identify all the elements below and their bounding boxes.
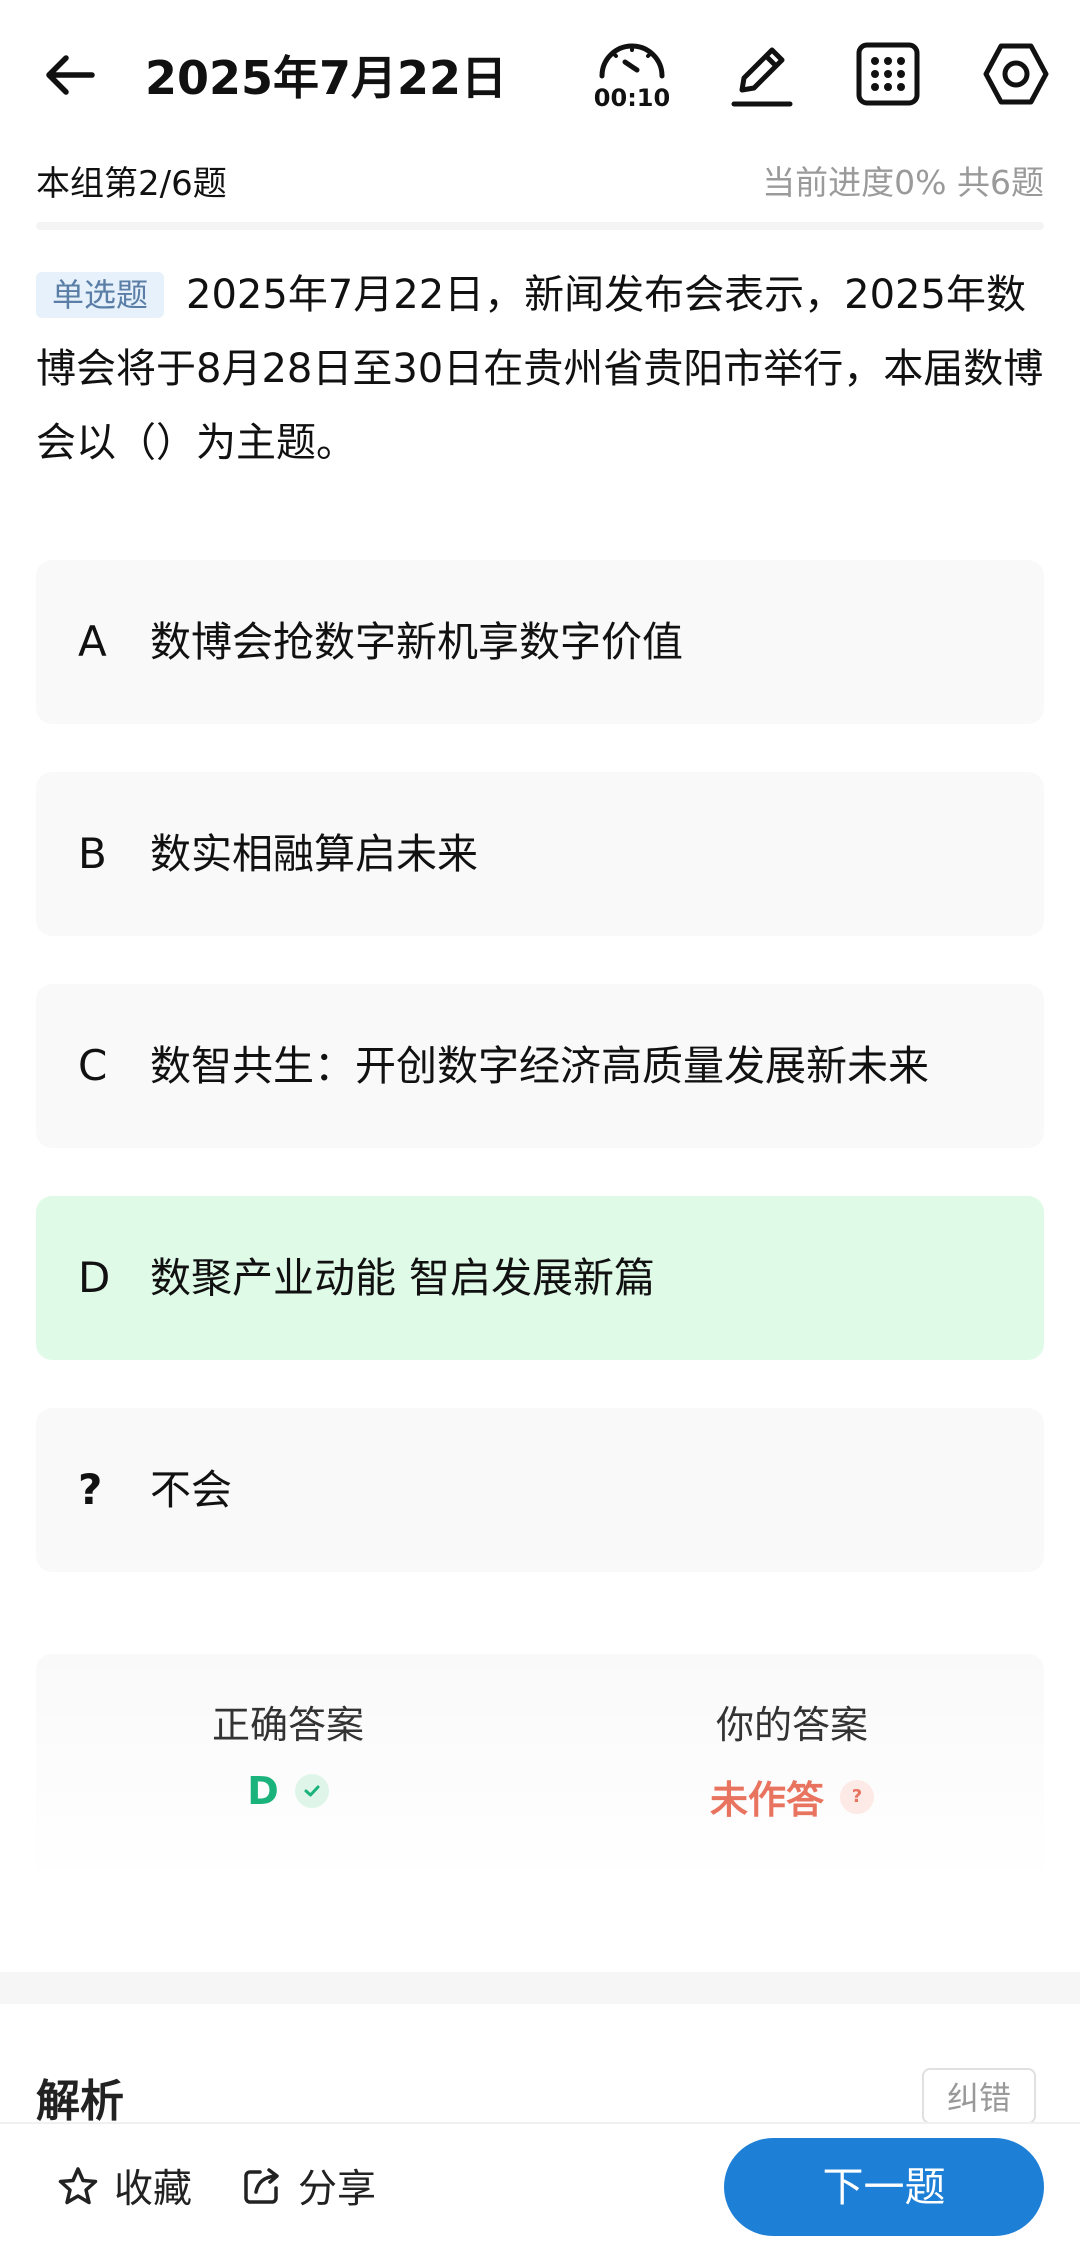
settings-button[interactable] — [976, 34, 1056, 114]
answer-sheet-button[interactable] — [848, 34, 928, 114]
question-mark-icon: ? — [840, 1779, 874, 1814]
question-type-badge: 单选题 — [36, 272, 165, 318]
overall-progress-label: 当前进度0% 共6题 — [762, 163, 1044, 202]
page-title: 2025年7月22日 — [145, 51, 508, 105]
back-arrow-icon — [46, 55, 95, 95]
your-answer-column: 你的答案 未作答 ? — [540, 1694, 1044, 1824]
analysis-heading: 解析 — [36, 2076, 124, 2127]
correct-answer-label: 正确答案 — [211, 1703, 364, 1747]
check-icon — [294, 1774, 329, 1808]
answer-summary-card: 正确答案 D 你的答案 未作答 ? — [36, 1654, 1044, 1884]
option-b[interactable]: B 数实相融算启未来 — [36, 772, 1044, 936]
settings-icon — [983, 43, 1049, 105]
option-text: 数实相融算启未来 — [150, 830, 478, 878]
next-question-button[interactable]: 下一题 — [724, 2138, 1044, 2236]
your-answer-value: 未作答 — [709, 1778, 824, 1822]
option-unknown[interactable]: ? 不会 — [36, 1408, 1044, 1572]
option-letter: D — [78, 1253, 111, 1302]
subheader-bar: 本组第2/6题 当前进度0% 共6题 — [36, 150, 1044, 210]
option-letter: B — [78, 829, 107, 878]
grid-icon — [856, 42, 920, 106]
share-button[interactable]: 分享 — [240, 2154, 376, 2218]
timer-icon — [599, 43, 665, 79]
star-icon — [58, 2167, 98, 2205]
option-text: 数智共生：开创数字经济高质量发展新未来 — [150, 1042, 929, 1090]
question-block: 单选题 2025年7月22日，新闻发布会表示，2025年数博会将于8月28日至30… — [36, 258, 1044, 480]
back-button[interactable] — [40, 45, 100, 105]
share-label: 分享 — [298, 2167, 377, 2212]
option-c[interactable]: C 数智共生：开创数字经济高质量发展新未来 — [36, 984, 1044, 1148]
pen-icon — [731, 47, 793, 107]
share-icon — [244, 2168, 279, 2204]
group-progress-label: 本组第2/6题 — [36, 164, 227, 204]
timer[interactable]: 00:10 — [592, 34, 672, 114]
favorite-label: 收藏 — [114, 2167, 193, 2212]
note-button[interactable] — [722, 34, 802, 114]
section-separator — [0, 1972, 1080, 2004]
option-d[interactable]: D 数聚产业动能 智启发展新篇 — [36, 1196, 1044, 1360]
option-letter: C — [78, 1041, 108, 1090]
bottom-action-bar: 收藏 分享 下一题 — [0, 2122, 1080, 2253]
timer-text: 00:10 — [593, 84, 671, 112]
correct-answer-value: D — [247, 1769, 279, 1813]
option-text: 数聚产业动能 智启发展新篇 — [150, 1254, 656, 1302]
your-answer-label: 你的答案 — [715, 1703, 868, 1747]
favorite-button[interactable]: 收藏 — [56, 2154, 192, 2218]
question-text: 2025年7月22日，新闻发布会表示，2025年数博会将于8月28日至30日在贵… — [36, 272, 1044, 466]
option-text: 不会 — [150, 1466, 232, 1514]
option-a[interactable]: A 数博会抢数字新机享数字价值 — [36, 560, 1044, 724]
option-text: 数博会抢数字新机享数字价值 — [150, 618, 683, 666]
option-letter: A — [78, 617, 107, 666]
option-letter: ? — [78, 1465, 103, 1514]
report-error-button[interactable]: 纠错 — [922, 2068, 1036, 2124]
divider — [36, 222, 1044, 230]
correct-answer-column: 正确答案 D — [36, 1694, 540, 1813]
